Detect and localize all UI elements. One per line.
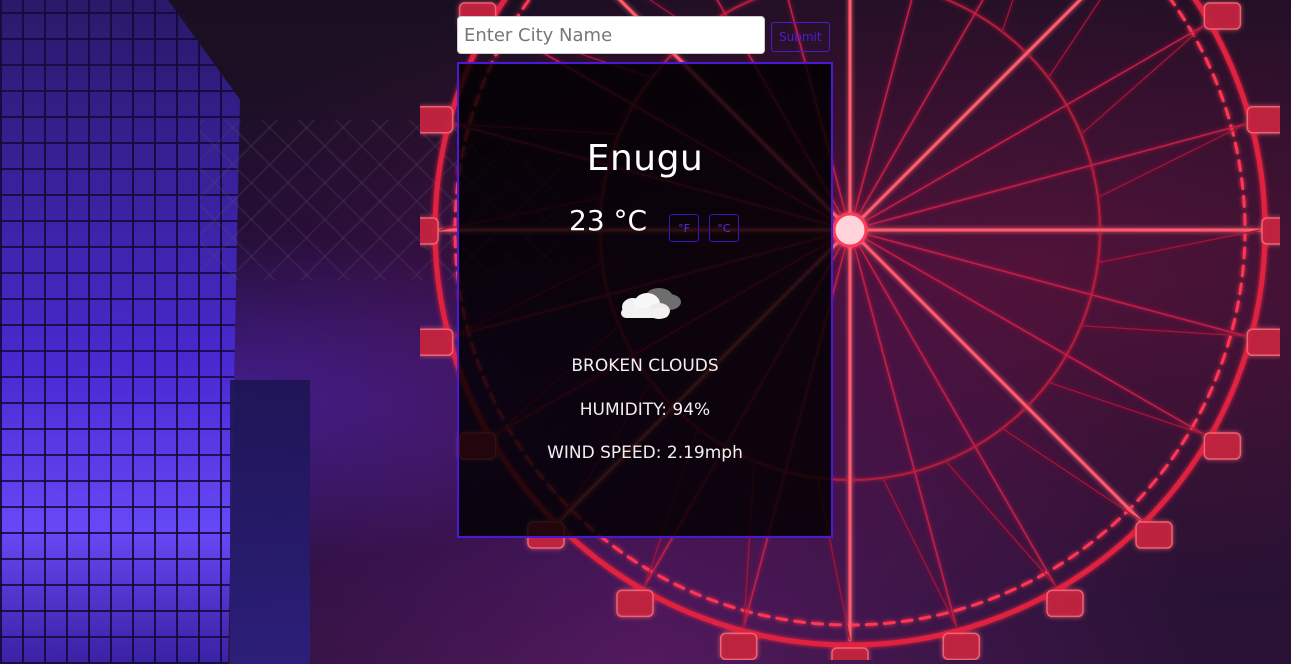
wind-speed-text: WIND SPEED: 2.19mph [547, 443, 743, 463]
fahrenheit-button[interactable]: °F [669, 214, 699, 242]
city-name: Enugu [586, 138, 704, 179]
search-bar: Submit [457, 16, 830, 54]
background-building-small [230, 380, 310, 664]
submit-button[interactable]: Submit [771, 22, 830, 52]
city-search-input[interactable] [457, 16, 765, 54]
weather-description: BROKEN CLOUDS [571, 356, 719, 376]
weather-card: Enugu 23 °C °F °C BROKEN CLOUDS HUMIDITY… [457, 62, 833, 538]
humidity-text: HUMIDITY: 94% [579, 400, 711, 420]
temperature-value: 23 °C [569, 204, 648, 237]
background-building [0, 0, 240, 664]
temperature-row: 23 °C °F °C [459, 204, 831, 244]
celsius-button[interactable]: °C [709, 214, 739, 242]
broken-clouds-icon [621, 288, 681, 319]
